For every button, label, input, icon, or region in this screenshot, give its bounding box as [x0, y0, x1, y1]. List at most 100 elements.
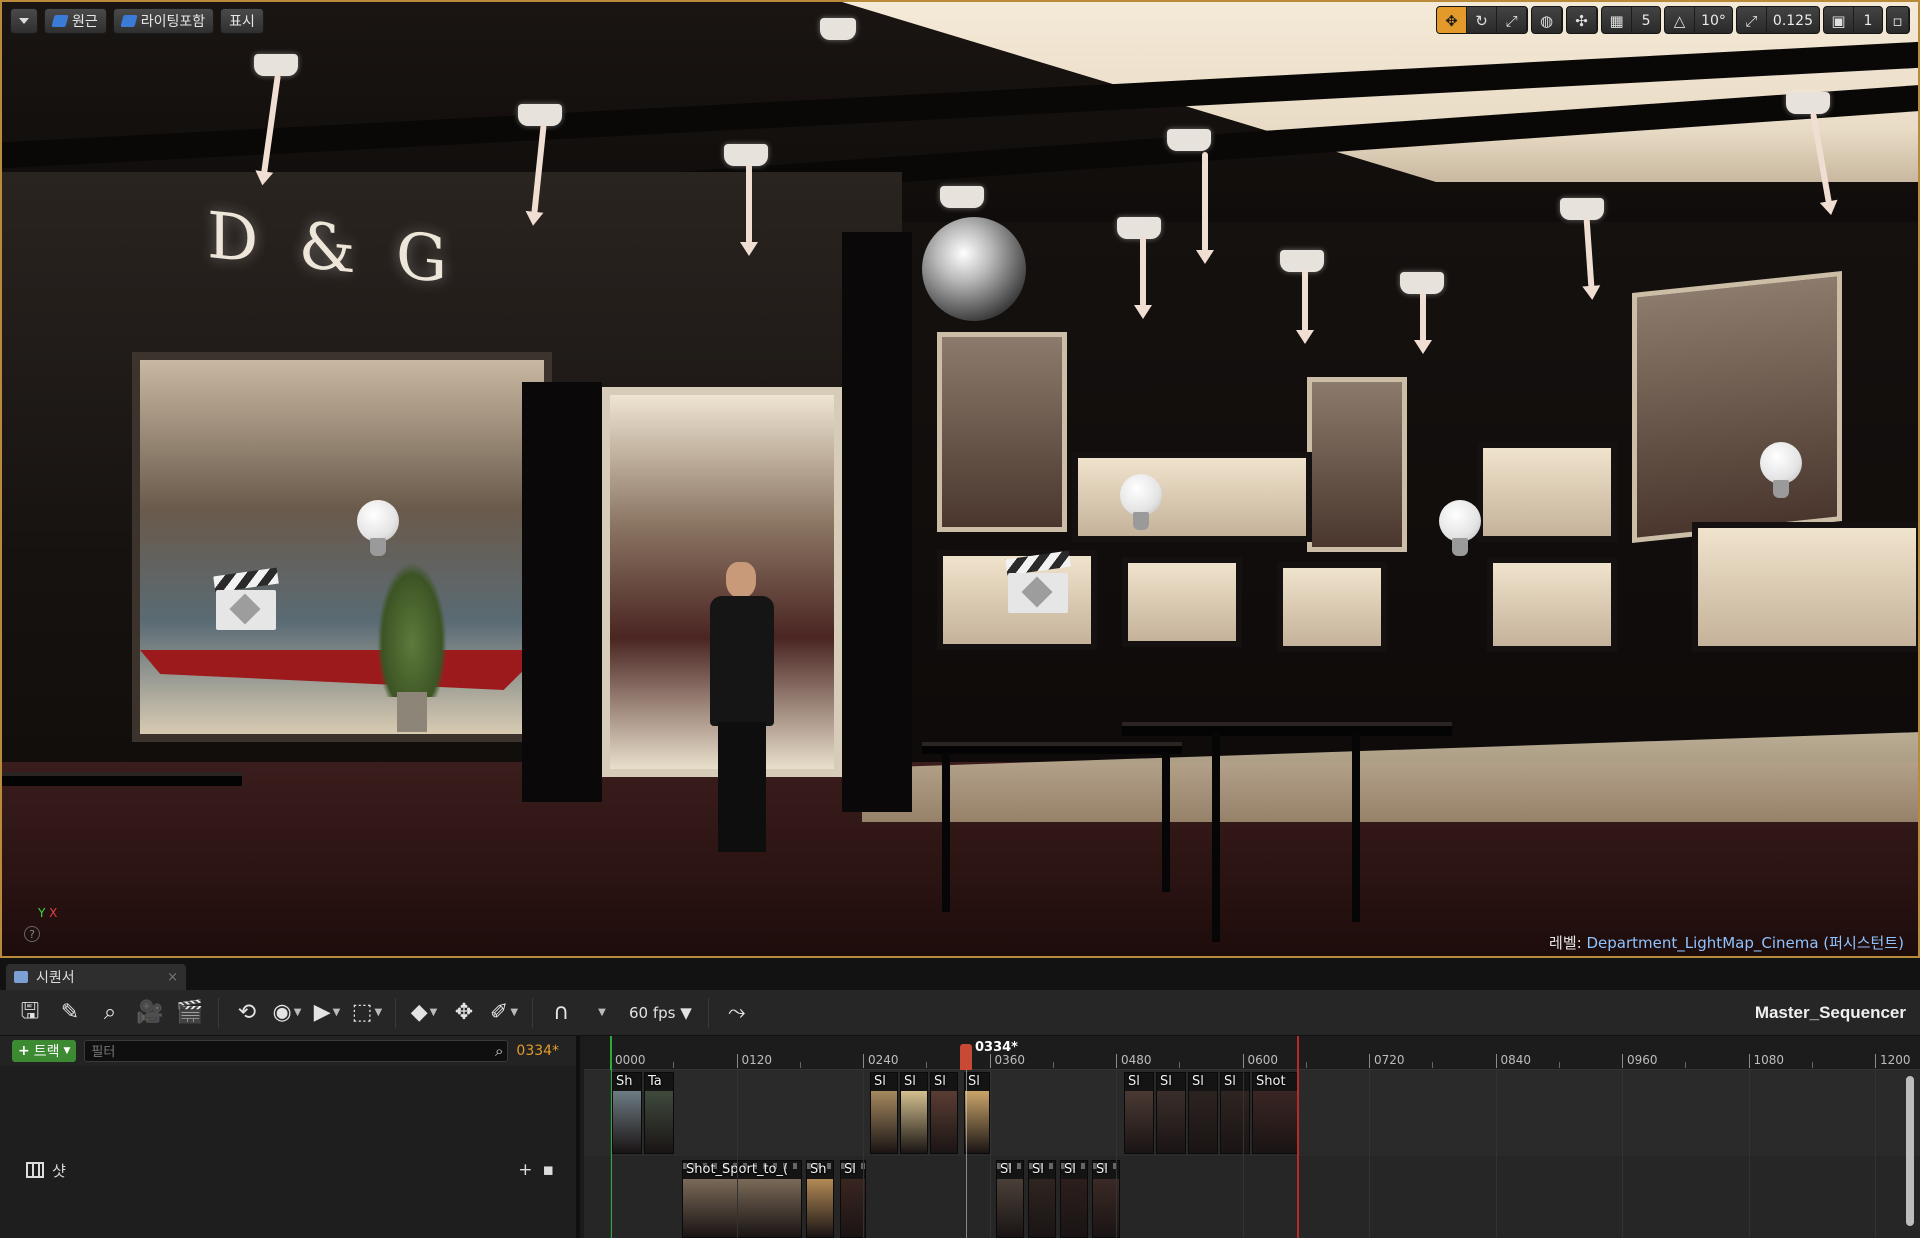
view-mode-button[interactable]: 라이팅포함	[112, 8, 215, 34]
shot-track-label: 샷	[52, 1161, 66, 1180]
shot-section[interactable]: Sl	[900, 1072, 928, 1154]
level-viewport[interactable]: D & G 원근 라이팅포함 표시 ✥ ↻ ⤢ ◍ ✣ ▦ 5 △ 10° ⤢ …	[0, 0, 1920, 958]
spot-light-icon[interactable]	[724, 144, 768, 166]
playhead-line	[966, 1070, 967, 1238]
pencil-icon[interactable]: ✐ ▼	[486, 995, 522, 1031]
shot-thumbnail	[901, 1091, 927, 1153]
point-light-sphere[interactable]	[922, 217, 1026, 321]
show-button[interactable]: 표시	[220, 8, 264, 34]
spot-light-icon[interactable]	[820, 18, 856, 40]
cine-camera-actor-icon[interactable]	[213, 567, 279, 632]
spot-light-icon[interactable]	[940, 186, 984, 208]
display-shelf	[1072, 452, 1312, 542]
shot-section[interactable]: Ta	[644, 1072, 674, 1154]
maximize-icon[interactable]: ▫	[1887, 7, 1909, 33]
filter-input[interactable]	[85, 1042, 508, 1063]
shot-section[interactable]: Sl	[1060, 1160, 1088, 1238]
eye-icon[interactable]: ◉ ▼	[269, 995, 305, 1031]
surface-snap-icon[interactable]: ✣	[1567, 7, 1598, 33]
shot-section[interactable]: Shot	[1252, 1072, 1298, 1154]
shot-thumbnail	[1061, 1179, 1087, 1237]
curve-editor-icon[interactable]: ⤳	[719, 995, 755, 1031]
tab-sequencer[interactable]: 시퀀서 ×	[6, 964, 186, 990]
shot-section[interactable]: Sl	[1028, 1160, 1056, 1238]
current-frame-field[interactable]: 0334*	[516, 1043, 559, 1059]
add-track-button[interactable]: + 트랙 ▼	[12, 1040, 77, 1062]
shot-section[interactable]: Sl	[1124, 1072, 1154, 1154]
track-filter[interactable]: ⌕	[84, 1040, 509, 1063]
frame-rate-dropdown[interactable]: 60 fps ▼	[623, 1004, 698, 1022]
shot-section[interactable]: Sl	[996, 1160, 1024, 1238]
timeline-gridline	[610, 1070, 611, 1238]
camera-speed-icon[interactable]: ▣	[1824, 7, 1854, 33]
point-light-bulb-icon[interactable]	[1760, 442, 1802, 500]
add-track-label: 트랙	[33, 1044, 60, 1060]
spot-light-icon[interactable]	[518, 104, 562, 126]
selection-icon[interactable]: ⬚ ▼	[349, 995, 385, 1031]
toolbar-divider	[532, 997, 533, 1028]
shot-track-row[interactable]: 샷 + ▪	[0, 1150, 576, 1190]
tab-label: 시퀀서	[36, 970, 75, 986]
add-shot-icon[interactable]: +	[518, 1160, 532, 1180]
shot-thumbnail	[1253, 1091, 1297, 1153]
spot-light-icon[interactable]	[1400, 272, 1444, 294]
spot-light-icon[interactable]	[1280, 250, 1324, 272]
shot-section-label: Sl	[1096, 1162, 1108, 1177]
point-light-bulb-icon[interactable]	[357, 500, 399, 558]
keyframe-icon[interactable]: ◆ ▼	[406, 995, 442, 1031]
perspective-button[interactable]: 원근	[44, 8, 107, 34]
search-icon[interactable]: ⌕	[92, 995, 128, 1031]
loop-icon[interactable]: ⟲	[229, 995, 265, 1031]
camera-speed-value[interactable]: 1	[1854, 7, 1882, 33]
shot-section[interactable]: Sh	[806, 1160, 834, 1238]
save-icon[interactable]: 🖫	[12, 995, 48, 1031]
playback-range-end[interactable]	[1297, 1036, 1299, 1238]
shot-section[interactable]: Sl	[1188, 1072, 1218, 1154]
point-light-bulb-icon[interactable]	[1120, 474, 1162, 532]
transform-icon[interactable]: ✥	[446, 995, 482, 1031]
shot-section[interactable]: Sl	[1156, 1072, 1186, 1154]
timeline[interactable]: 0000 0120 0240 0360 0480 0600 0720 0840 0960 1080…	[584, 1036, 1920, 1238]
viewport-options-button[interactable]	[10, 8, 38, 34]
spot-light-icon[interactable]	[1786, 92, 1830, 114]
spot-light-icon[interactable]	[1560, 198, 1604, 220]
magnet-icon[interactable]: ∩	[543, 995, 579, 1031]
grid-snap-value[interactable]: 5	[1632, 7, 1660, 33]
shot-section[interactable]: Sl	[964, 1072, 990, 1154]
spot-light-icon[interactable]	[1167, 129, 1211, 151]
close-icon[interactable]: ×	[167, 970, 178, 985]
edit-icon[interactable]: ✎	[52, 995, 88, 1031]
spot-light-icon[interactable]	[254, 54, 298, 76]
shot-section[interactable]: Sl	[870, 1072, 898, 1154]
grid-snap-icon[interactable]: ▦	[1602, 7, 1633, 33]
character-mannequin[interactable]	[702, 562, 782, 852]
rotate-icon[interactable]: ↻	[1467, 7, 1498, 33]
point-light-bulb-icon[interactable]	[1439, 500, 1481, 558]
timeline-gridline	[1369, 1070, 1370, 1238]
timeline-gridline	[1116, 1070, 1117, 1238]
scale-snap-value[interactable]: 0.125	[1767, 7, 1819, 33]
sequencer-body: + 트랙 ▼ ⌕ 0334* 샷 + ▪	[0, 1036, 1920, 1238]
play-icon[interactable]: ▶ ▼	[309, 995, 345, 1031]
cine-camera-actor-icon[interactable]	[1005, 550, 1071, 615]
clapperboard-icon[interactable]: 🎬	[172, 995, 208, 1031]
shot-section[interactable]: Sh	[612, 1072, 642, 1154]
world-space-icon[interactable]: ◍	[1532, 7, 1563, 33]
display-shelf	[1477, 442, 1617, 542]
snap-options-dropdown[interactable]: ▼	[583, 995, 619, 1031]
spot-light-icon[interactable]	[1117, 217, 1161, 239]
shot-section[interactable]: Shot_Sport_to_(	[682, 1160, 802, 1238]
shot-section[interactable]: Sl	[1220, 1072, 1250, 1154]
rotation-snap-value[interactable]: 10°	[1695, 7, 1732, 33]
time-ruler[interactable]: 0000 0120 0240 0360 0480 0600 0720 0840 0960 1080…	[584, 1036, 1920, 1070]
shot-section[interactable]: Sl	[930, 1072, 958, 1154]
camera-icon[interactable]: ▪	[542, 1160, 554, 1180]
playhead-handle[interactable]	[960, 1044, 972, 1070]
scale-icon[interactable]: ⤢	[1497, 7, 1528, 33]
rotation-snap-icon[interactable]: △	[1665, 7, 1696, 33]
help-icon[interactable]: ?	[24, 926, 40, 942]
translate-icon[interactable]: ✥	[1437, 7, 1468, 33]
scale-snap-icon[interactable]: ⤢	[1737, 7, 1767, 33]
vertical-scrollbar[interactable]	[1906, 1076, 1914, 1226]
camera-icon[interactable]: 🎥	[132, 995, 168, 1031]
